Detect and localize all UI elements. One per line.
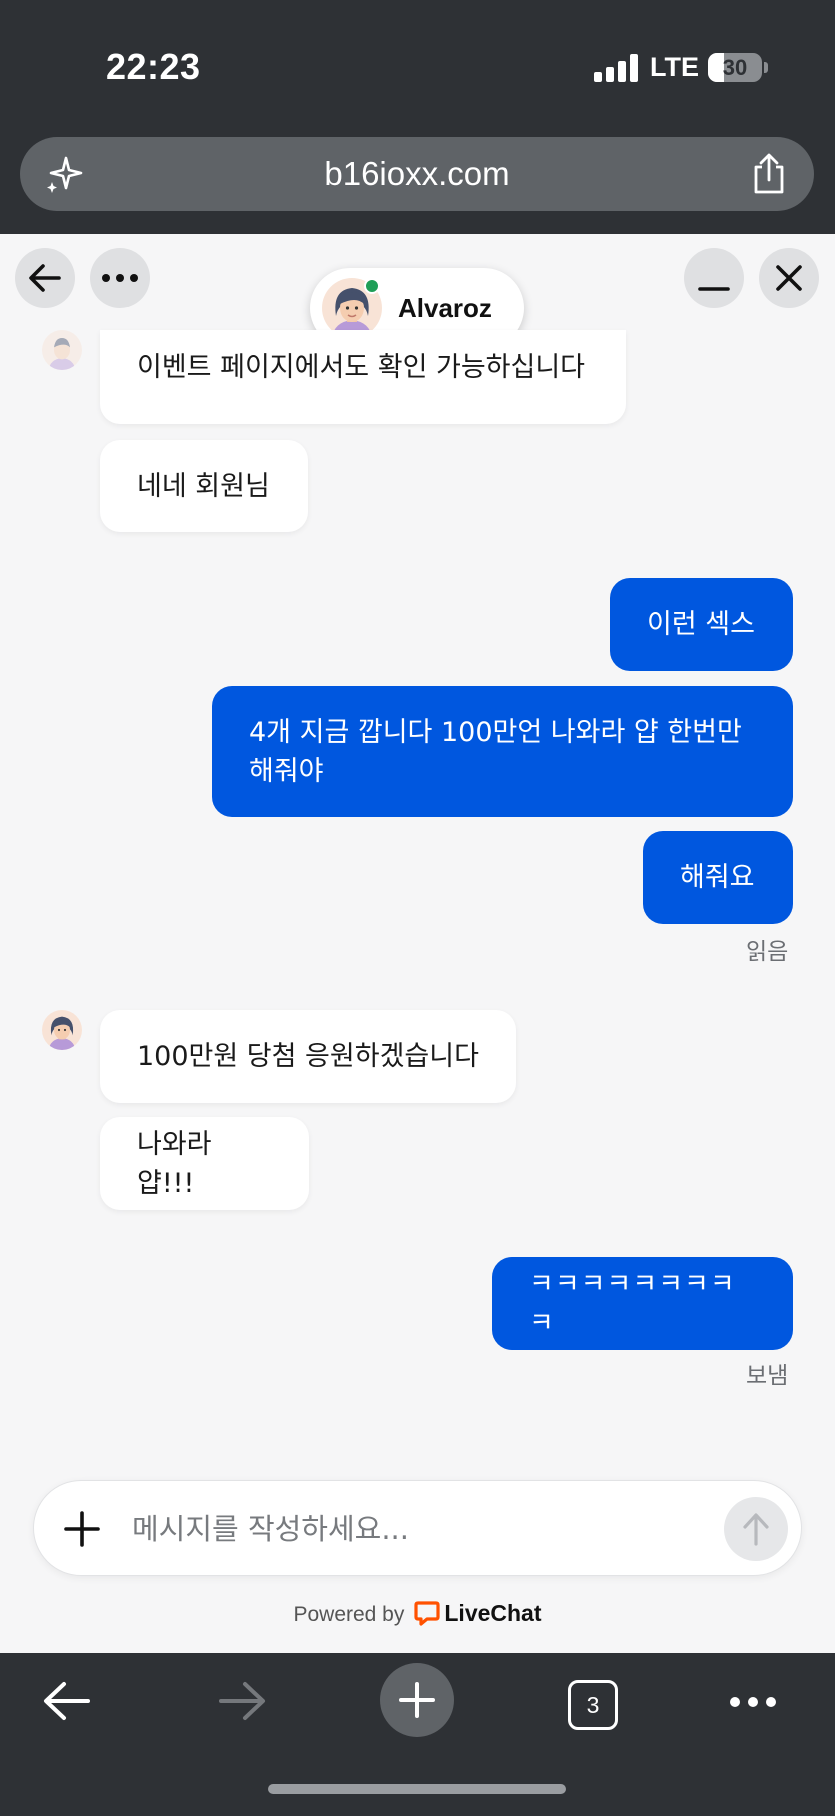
arrow-left-icon <box>29 264 61 292</box>
close-icon <box>776 265 802 291</box>
cellular-signal-icon <box>594 54 638 82</box>
message-bubble-incoming: 100만원 당첨 응원하겠습니다 <box>100 1010 516 1103</box>
message-text: 나와라 얍!!! <box>137 1128 212 1199</box>
network-type: LTE <box>650 52 699 82</box>
browser-bottom-toolbar: 3 <box>0 1653 835 1816</box>
message-bubble-outgoing: ㅋㅋㅋㅋㅋㅋㅋㅋㅋ <box>492 1257 793 1350</box>
arrow-up-icon <box>743 1513 769 1546</box>
message-text: 이벤트 페이지에서도 확인 가능하십니다 <box>137 352 586 383</box>
share-icon[interactable] <box>750 153 788 195</box>
agent-avatar-small <box>42 1010 82 1050</box>
browser-forward-icon[interactable] <box>217 1680 267 1722</box>
message-text: 네네 회원님 <box>137 470 270 502</box>
message-bubble-incoming: 네네 회원님 <box>100 440 308 532</box>
tab-switcher-button[interactable]: 3 <box>568 1680 618 1730</box>
powered-by-footer[interactable]: Powered by LiveChat <box>0 1600 835 1628</box>
message-text: 해줘요 <box>680 862 755 893</box>
more-horizontal-icon <box>102 274 138 282</box>
more-options-button[interactable] <box>90 248 150 308</box>
status-time: 22:23 <box>106 46 201 87</box>
attach-plus-button[interactable] <box>60 1507 104 1551</box>
message-bubble-outgoing: 해줘요 <box>643 831 793 924</box>
message-text: ㅋㅋㅋㅋㅋㅋㅋㅋㅋ <box>529 1268 736 1339</box>
new-tab-button[interactable] <box>380 1663 454 1737</box>
agent-avatar-small <box>42 330 82 370</box>
minimize-icon <box>698 287 730 291</box>
home-indicator[interactable] <box>268 1784 566 1794</box>
address-bar[interactable]: b16ioxx.com <box>20 137 814 211</box>
message-bubble-incoming: 나와라 얍!!! <box>100 1117 309 1210</box>
message-text: 4개 지금 깝니다 100만언 나와라 얍 한번만 해줘야 <box>249 716 742 787</box>
message-bubble-outgoing: 이런 섹스 <box>610 578 793 671</box>
battery-tip <box>764 62 768 73</box>
send-button[interactable] <box>724 1497 788 1561</box>
livechat-logo-icon <box>414 1601 440 1627</box>
sent-status: 보냄 <box>746 1363 789 1389</box>
browser-menu-icon[interactable] <box>728 1695 778 1709</box>
message-text: 이런 섹스 <box>647 609 755 640</box>
read-status: 읽음 <box>746 939 789 965</box>
message-bubble-incoming: 이벤트 페이지에서도 확인 가능하십니다 <box>100 330 626 424</box>
plus-icon <box>399 1682 435 1718</box>
browser-top-chrome: 22:23 LTE 30 b16ioxx.com <box>0 0 835 234</box>
livechat-brand: LiveChat <box>444 1600 542 1626</box>
close-button[interactable] <box>759 248 819 308</box>
message-input[interactable] <box>132 1503 732 1555</box>
online-status-dot <box>364 278 380 294</box>
message-text: 100만원 당첨 응원하겠습니다 <box>137 1041 479 1072</box>
url-text[interactable]: b16ioxx.com <box>20 137 814 211</box>
message-bubble-outgoing: 4개 지금 깝니다 100만언 나와라 얍 한번만 해줘야 <box>212 686 793 817</box>
battery-level: 30 <box>722 55 748 80</box>
browser-back-icon[interactable] <box>42 1680 92 1722</box>
message-composer <box>33 1480 802 1576</box>
back-button[interactable] <box>15 248 75 308</box>
minimize-button[interactable] <box>684 248 744 308</box>
powered-by-text: Powered by <box>293 1603 405 1626</box>
battery-icon: 30 <box>708 53 762 82</box>
